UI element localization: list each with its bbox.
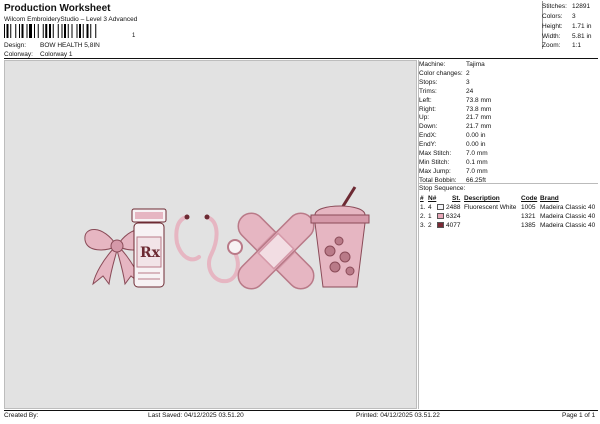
- zoom-value: 1:1: [572, 42, 582, 49]
- header-divider: [4, 58, 598, 59]
- rx-bottle-icon: Rx: [131, 208, 167, 288]
- detail-value: Tajima: [466, 61, 485, 68]
- colorway-label: Colorway:: [4, 51, 33, 58]
- detail-label: Min Stitch:: [419, 158, 450, 166]
- detail-value: 21.7 mm: [466, 123, 492, 131]
- detail-value: 7.0 mm: [466, 167, 488, 175]
- zoom-label: Zoom:: [542, 42, 561, 49]
- col-code: Code: [521, 195, 538, 202]
- stop-n: 2: [428, 222, 432, 229]
- stop-brand: Madeira Classic 40: [540, 213, 596, 220]
- detail-label: EndX:: [419, 132, 437, 140]
- col-hash: #: [420, 195, 424, 202]
- cup-icon: [310, 186, 370, 288]
- barcode-caption: 1: [132, 33, 136, 39]
- page-title: Production Worksheet: [4, 3, 111, 14]
- detail-value: 24: [466, 87, 474, 95]
- width-label: Width:: [542, 33, 561, 40]
- detail-value: 73.8 mm: [466, 96, 492, 104]
- detail-value: 21.7 mm: [466, 114, 492, 122]
- detail-label: Stops:: [419, 78, 438, 86]
- last-saved: Last Saved: 04/12/2025 03.51.20: [148, 412, 244, 419]
- stop-code: 1005: [521, 204, 536, 211]
- design-label: Design:: [4, 42, 27, 49]
- detail-label: Max Stitch:: [419, 150, 452, 157]
- created-by: Created By:: [4, 412, 39, 419]
- stop-num: 3.: [420, 222, 426, 229]
- detail-label: Up:: [419, 114, 430, 122]
- detail-label: Max Jump:: [419, 167, 451, 175]
- thread-swatch: [437, 222, 444, 228]
- stop-description: Fluorescent White: [464, 204, 517, 211]
- stop-code: 1385: [521, 222, 536, 229]
- col-st: St.: [452, 195, 461, 202]
- stop-num: 1.: [420, 204, 426, 211]
- svg-text:Rx: Rx: [140, 245, 161, 261]
- detail-label: Left:: [419, 96, 432, 104]
- detail-value: 0.00 in: [466, 132, 486, 140]
- stop-stitches: 2488: [446, 204, 461, 211]
- stop-brand: Madeira Classic 40: [540, 222, 596, 229]
- detail-value: 2: [466, 69, 470, 77]
- stitches-label: Stitches:: [542, 3, 567, 10]
- detail-label: Color changes:: [419, 69, 463, 77]
- stop-code: 1321: [521, 213, 536, 220]
- height-value: 1.71 in: [572, 23, 592, 30]
- printed-date: Printed: 04/12/2025 03.51.22: [356, 412, 440, 419]
- stethoscope-icon: [174, 214, 243, 284]
- detail-value: 0.1 mm: [466, 158, 488, 166]
- details-panel: [418, 60, 599, 409]
- detail-value: 3: [466, 78, 470, 86]
- colors-label: Colors:: [542, 13, 563, 20]
- width-value: 5.81 in: [572, 33, 592, 40]
- stop-n: 4: [428, 204, 432, 211]
- detail-value: 0.00 in: [466, 141, 486, 149]
- bandage-cross-icon: [237, 212, 315, 290]
- col-n: N#: [428, 195, 437, 202]
- height-label: Height:: [542, 23, 563, 30]
- detail-value: 7.0 mm: [466, 150, 488, 157]
- design-value: BOW HEALTH 5,8IN: [40, 42, 100, 49]
- stitches-value: 12891: [572, 3, 591, 10]
- stop-num: 2.: [420, 213, 426, 220]
- detail-label: Trims:: [419, 87, 437, 95]
- detail-label: Down:: [419, 123, 438, 131]
- detail-label: Machine:: [419, 61, 446, 68]
- footer-divider: [4, 410, 598, 411]
- stop-divider: [418, 183, 598, 184]
- thread-swatch: [437, 213, 444, 219]
- stop-n: 1: [428, 213, 432, 220]
- colors-value: 3: [572, 13, 576, 20]
- page-number: Page 1 of 1: [562, 412, 596, 419]
- stop-stitches: 4077: [446, 222, 461, 229]
- software-subtitle: Wilcom EmbroideryStudio – Level 3 Advanc…: [4, 16, 138, 23]
- stop-stitches: 6324: [446, 213, 461, 220]
- design-preview: Rx: [84, 186, 370, 290]
- thread-swatch: [437, 204, 444, 210]
- detail-label: Right:: [419, 105, 436, 113]
- col-description: Description: [464, 195, 500, 202]
- col-brand: Brand: [540, 195, 559, 202]
- colorway-value: Colorway 1: [40, 51, 73, 58]
- stop-brand: Madeira Classic 40: [540, 204, 596, 211]
- detail-label: EndY:: [419, 141, 437, 149]
- barcode: [4, 24, 97, 38]
- stop-sequence-title: Stop Sequence:: [419, 185, 466, 192]
- design-canvas: Rx: [4, 60, 417, 409]
- detail-value: 73.8 mm: [466, 105, 492, 113]
